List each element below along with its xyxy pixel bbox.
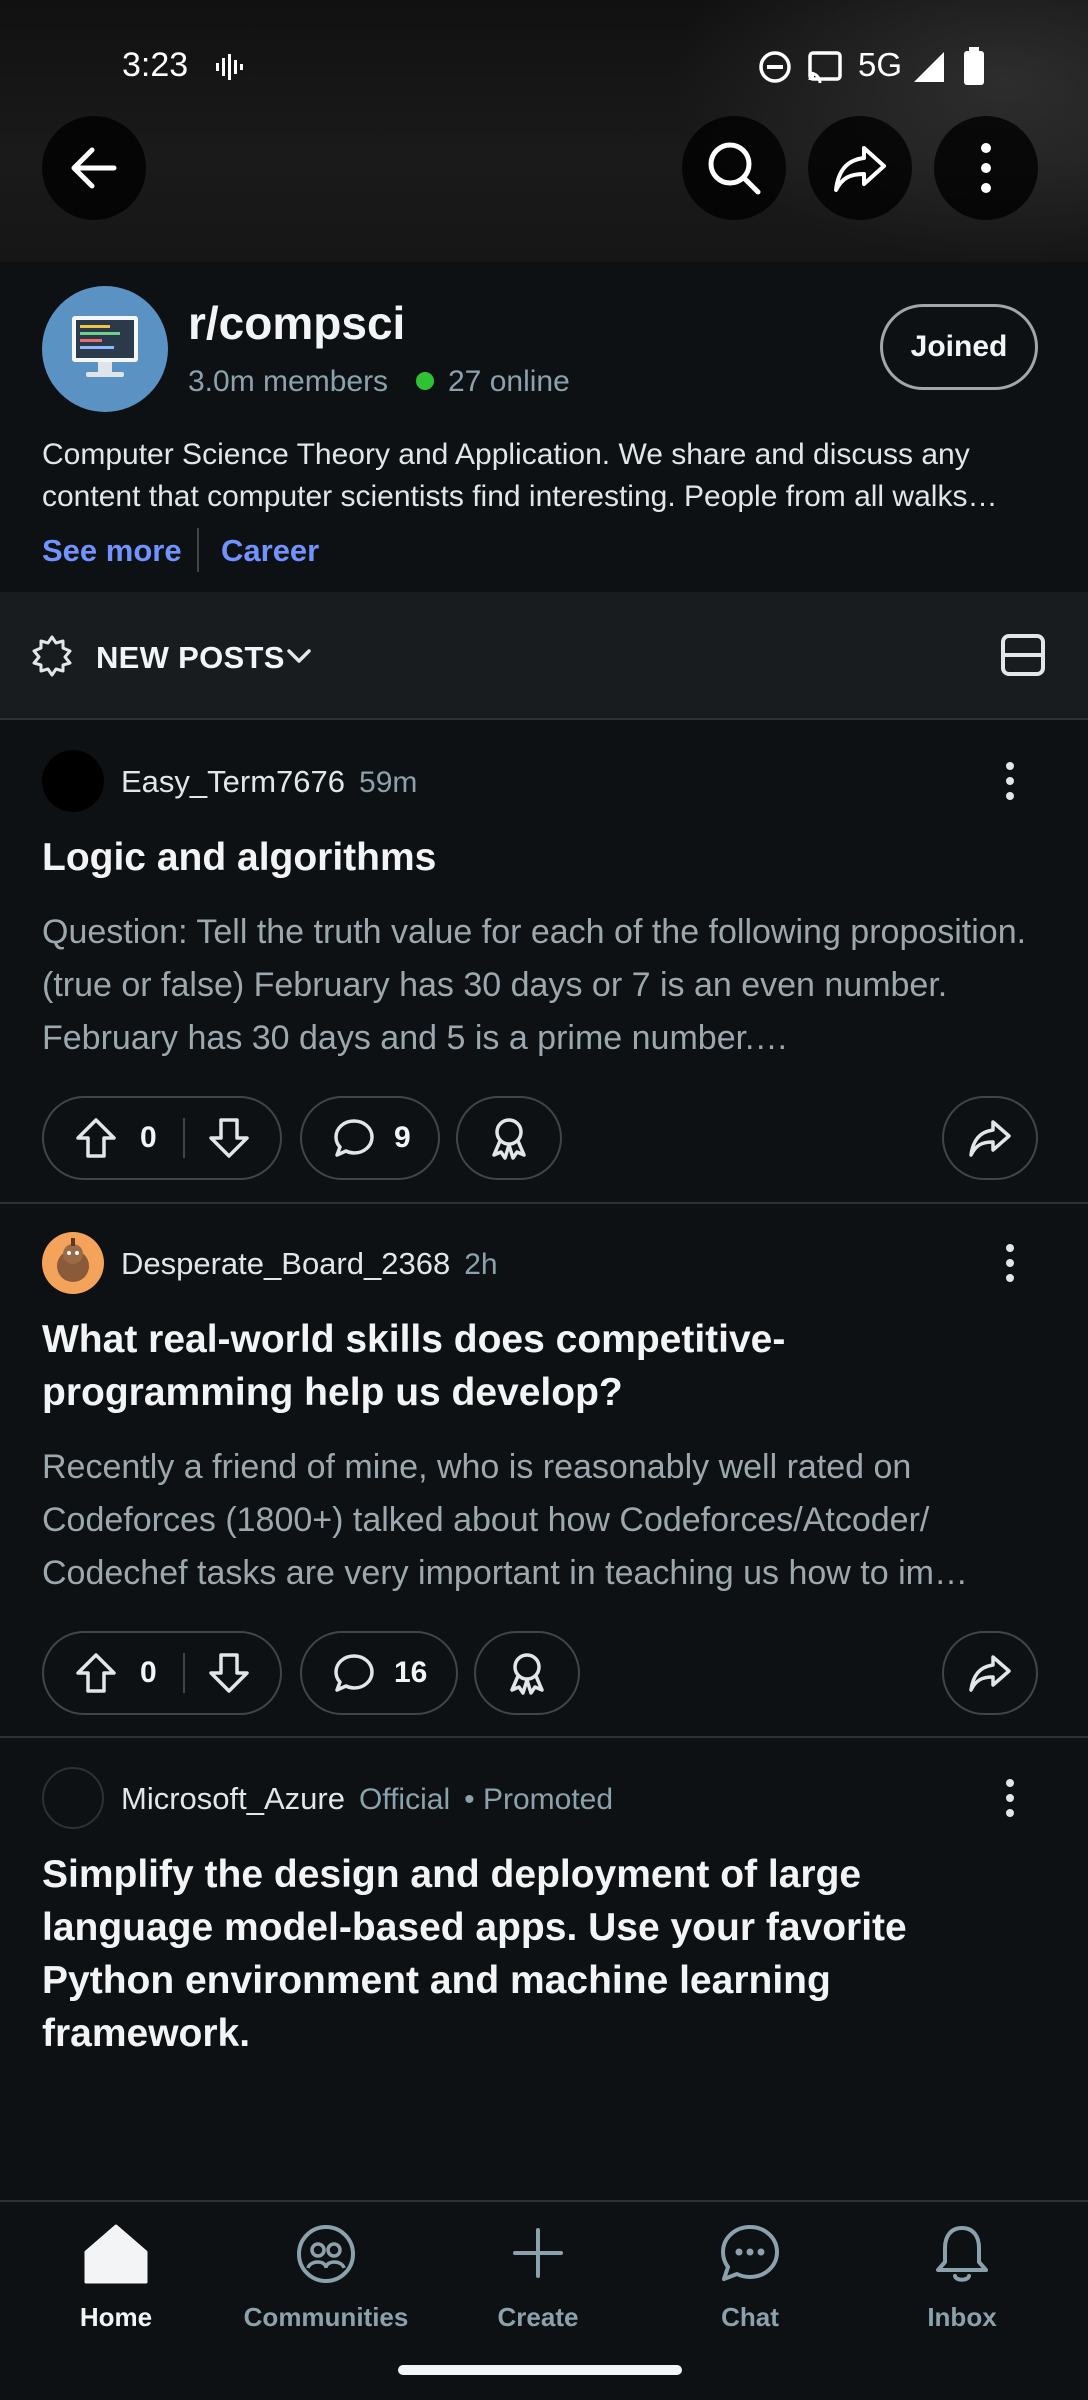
online-indicator-icon xyxy=(416,372,434,390)
post-body[interactable]: Question: Tell the truth value for each … xyxy=(42,906,1042,1065)
nav-home[interactable]: Home xyxy=(26,2218,206,2338)
chevron-down-icon xyxy=(287,649,311,663)
author-name[interactable]: Easy_Term7676 xyxy=(121,764,345,799)
post-author[interactable]: Desperate_Board_2368 2h xyxy=(121,1246,498,1282)
vote-count: 0 xyxy=(140,1121,157,1154)
downvote-icon[interactable] xyxy=(207,1116,251,1160)
post-title[interactable]: What real-world skills does competitive-… xyxy=(42,1313,962,1419)
online-count: 27 online xyxy=(448,365,570,398)
nav-chat[interactable]: Chat xyxy=(660,2218,840,2338)
nav-chat-label: Chat xyxy=(721,2302,779,2332)
link-divider xyxy=(197,528,199,572)
comment-icon xyxy=(334,1654,374,1692)
plus-icon xyxy=(513,2228,563,2278)
new-sort-icon xyxy=(32,635,72,677)
vote-pill: 0 xyxy=(42,1096,282,1180)
career-link[interactable]: Career xyxy=(221,533,319,569)
chat-icon xyxy=(721,2225,779,2281)
bell-icon xyxy=(936,2226,988,2282)
nav-home-label: Home xyxy=(79,2302,153,2332)
joined-button[interactable]: Joined xyxy=(880,304,1038,390)
card-view-icon xyxy=(1001,634,1045,676)
cast-icon xyxy=(808,51,842,84)
nav-communities-label: Communities xyxy=(243,2302,409,2332)
nav-communities[interactable]: Communities xyxy=(236,2218,416,2338)
post-author[interactable]: Easy_Term7676 59m xyxy=(121,764,417,800)
upvote-icon[interactable] xyxy=(74,1651,118,1695)
back-button[interactable] xyxy=(42,116,146,220)
voice-icon xyxy=(216,54,243,80)
share-icon xyxy=(969,1655,1011,1692)
promoted-label: • Promoted xyxy=(464,1783,614,1816)
author-avatar xyxy=(42,1232,104,1294)
see-more-link[interactable]: See more xyxy=(42,533,182,569)
dnd-icon xyxy=(759,51,791,83)
vote-count: 0 xyxy=(140,1656,157,1689)
community-description: Computer Science Theory and Application.… xyxy=(42,438,998,513)
comment-count: 16 xyxy=(394,1656,428,1689)
post-age: 59m xyxy=(359,766,418,799)
share-post-button[interactable] xyxy=(942,1631,1038,1715)
author-name[interactable]: Microsoft_Azure xyxy=(121,1781,345,1816)
share-community-button[interactable] xyxy=(808,116,912,220)
award-button[interactable] xyxy=(474,1631,580,1715)
view-mode-button[interactable] xyxy=(998,630,1048,680)
home-icon xyxy=(84,2224,148,2284)
status-time: 3:23 xyxy=(122,46,189,84)
official-badge: Official xyxy=(358,1783,451,1816)
post-options-button[interactable] xyxy=(992,751,1028,811)
upvote-icon[interactable] xyxy=(74,1116,118,1160)
comment-icon xyxy=(334,1119,374,1157)
signal-icon xyxy=(914,52,944,82)
gesture-home-indicator[interactable] xyxy=(398,2365,682,2375)
post-title[interactable]: Logic and algorithms xyxy=(42,831,1042,884)
nav-inbox-label: Inbox xyxy=(927,2302,997,2332)
comments-button[interactable]: 16 xyxy=(300,1631,458,1715)
downvote-icon[interactable] xyxy=(207,1651,251,1695)
share-icon xyxy=(834,146,886,192)
author-avatar xyxy=(42,750,104,812)
status-bar: 3:23 5G xyxy=(0,0,1088,130)
battery-icon xyxy=(964,47,984,85)
community-avatar xyxy=(42,286,168,412)
share-post-button[interactable] xyxy=(942,1096,1038,1180)
search-button[interactable] xyxy=(682,116,786,220)
search-icon xyxy=(708,142,761,195)
post-options-button[interactable] xyxy=(992,1233,1028,1293)
award-icon xyxy=(492,1118,526,1160)
more-options-button[interactable] xyxy=(934,116,1038,220)
communities-icon xyxy=(297,2225,355,2283)
more-vertical-icon xyxy=(981,143,991,193)
comment-count: 9 xyxy=(394,1121,411,1154)
sort-dropdown[interactable]: NEW POSTS xyxy=(96,640,285,676)
post-title[interactable]: Simplify the design and deployment of la… xyxy=(42,1848,1002,2060)
vote-divider xyxy=(182,1653,185,1693)
award-button[interactable] xyxy=(456,1096,562,1180)
post-body[interactable]: Recently a friend of mine, who is reason… xyxy=(42,1441,1042,1600)
network-type: 5G xyxy=(858,46,903,83)
back-arrow-icon xyxy=(71,147,117,189)
post-options-button[interactable] xyxy=(992,1768,1028,1828)
post-author[interactable]: Microsoft_Azure Official • Promoted xyxy=(121,1781,613,1817)
author-name[interactable]: Desperate_Board_2368 xyxy=(121,1246,450,1281)
vote-divider xyxy=(182,1118,185,1158)
comments-button[interactable]: 9 xyxy=(300,1096,440,1180)
author-avatar xyxy=(42,1767,104,1829)
post-age: 2h xyxy=(464,1248,498,1281)
nav-create[interactable]: Create xyxy=(448,2218,628,2338)
share-icon xyxy=(969,1120,1011,1157)
vote-pill: 0 xyxy=(42,1631,282,1715)
community-name: r/compsci xyxy=(188,297,406,349)
nav-create-label: Create xyxy=(497,2302,579,2332)
nav-inbox[interactable]: Inbox xyxy=(872,2218,1052,2338)
member-count: 3.0m members xyxy=(188,365,389,398)
award-icon xyxy=(510,1653,544,1695)
